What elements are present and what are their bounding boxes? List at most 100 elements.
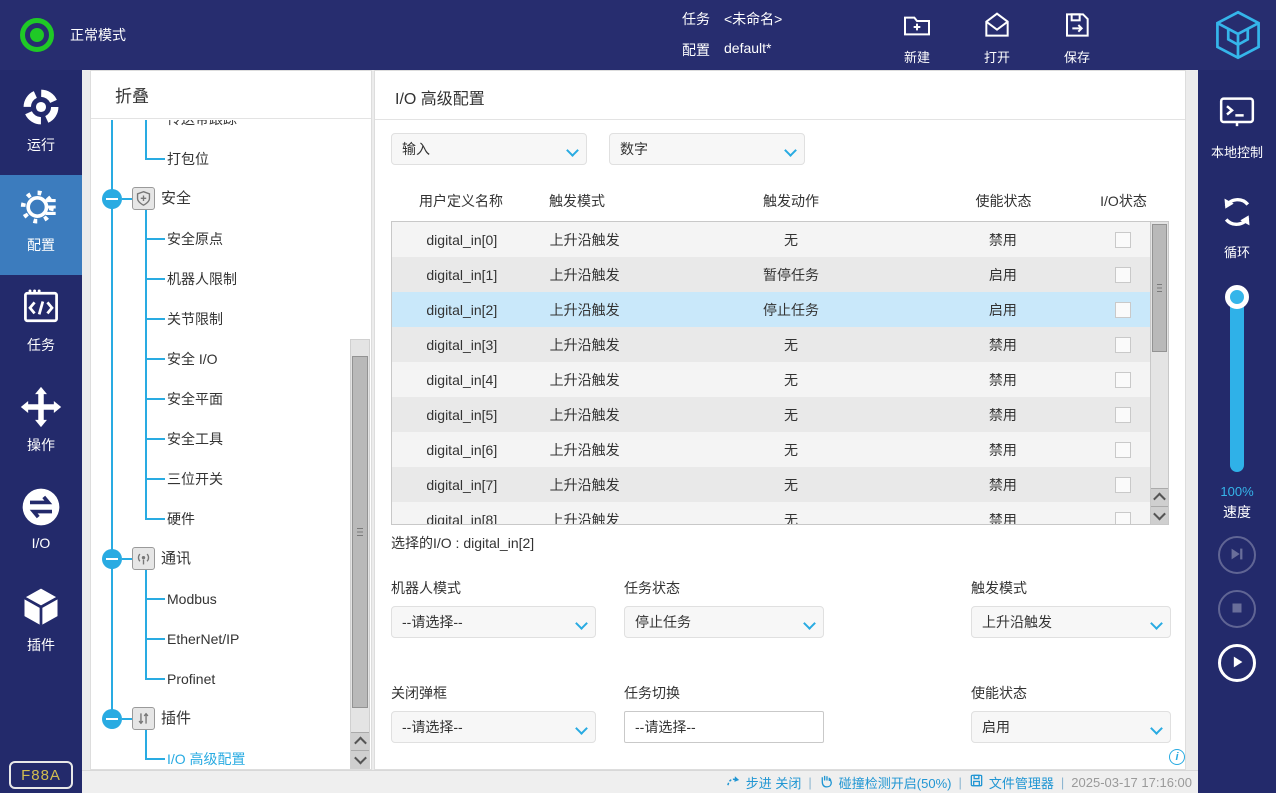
cell-enable-state: 禁用: [911, 230, 1096, 250]
tree-item[interactable]: 安全 I/O: [91, 339, 371, 379]
io-state-checkbox[interactable]: [1115, 232, 1131, 248]
io-direction-select[interactable]: 输入: [391, 133, 587, 165]
tree-scrollbar-thumb[interactable]: [352, 356, 368, 708]
tree-item[interactable]: 传送带跟踪: [91, 120, 371, 139]
collision-detect-status[interactable]: 碰撞检测开启(50%): [819, 773, 952, 792]
close-popup-select[interactable]: --请选择--: [391, 711, 596, 743]
trigger-mode-field: 触发模式上升沿触发: [971, 578, 1171, 638]
task-state-select[interactable]: 停止任务: [624, 606, 824, 638]
robot-mode-select[interactable]: --请选择--: [391, 606, 596, 638]
tree-scrollbar[interactable]: [350, 339, 370, 769]
collapse-toggle-icon[interactable]: [102, 189, 122, 209]
sidebar-item-task[interactable]: 任务: [0, 275, 82, 375]
io-signal-type-select[interactable]: 数字: [609, 133, 805, 165]
mode-label: 正常模式: [70, 25, 126, 45]
trigger-mode-select[interactable]: 上升沿触发: [971, 606, 1171, 638]
config-tree-panel: 折叠 传送带跟踪打包位安全安全原点机器人限制关节限制安全 I/O安全平面安全工具…: [90, 70, 372, 770]
save-button[interactable]: 保存: [1049, 9, 1105, 66]
table-row[interactable]: digital_in[5]上升沿触发无禁用: [392, 397, 1150, 432]
collapse-toggle-icon[interactable]: [102, 549, 122, 569]
cell-trigger-mode: 上升沿触发: [532, 475, 672, 495]
local-control-button[interactable]: 本地控制: [1198, 92, 1276, 161]
speed-slider-handle[interactable]: [1225, 285, 1249, 309]
table-row[interactable]: digital_in[8]上升沿触发无禁用: [392, 502, 1150, 525]
table-scrollbar-thumb[interactable]: [1152, 224, 1167, 352]
table-row[interactable]: digital_in[7]上升沿触发无禁用: [392, 467, 1150, 502]
io-state-checkbox[interactable]: [1115, 337, 1131, 353]
step-mode-status[interactable]: 步进 关闭: [726, 773, 802, 792]
stop-button[interactable]: [1218, 590, 1256, 628]
table-row[interactable]: digital_in[1]上升沿触发暂停任务启用: [392, 257, 1150, 292]
cell-trigger-action: 无: [671, 230, 910, 250]
speed-slider-track[interactable]: [1230, 287, 1244, 472]
tree-scroll-down-button[interactable]: [351, 750, 369, 768]
sidebar-item-run[interactable]: 运行: [0, 75, 82, 175]
io-state-checkbox[interactable]: [1115, 512, 1131, 526]
table-row[interactable]: digital_in[2]上升沿触发停止任务启用: [392, 292, 1150, 327]
speed-value: 100%: [1198, 484, 1276, 499]
info-icon[interactable]: i: [1169, 749, 1185, 765]
table-scroll-down-button[interactable]: [1151, 506, 1168, 524]
tree-item[interactable]: Profinet: [91, 659, 371, 699]
task-icon: [19, 285, 63, 329]
enable-state-field: 使能状态启用: [971, 683, 1171, 743]
sidebar-item-io[interactable]: I/O: [0, 475, 82, 575]
chevron-down-icon: [786, 146, 794, 154]
close-popup-field: 关闭弹框--请选择--: [391, 683, 596, 743]
tree-item[interactable]: 安全平面: [91, 379, 371, 419]
file-manager-link[interactable]: 文件管理器: [969, 773, 1054, 792]
chevron-down-icon: [577, 619, 585, 627]
io-table: digital_in[0]上升沿触发无禁用digital_in[1]上升沿触发暂…: [391, 221, 1169, 525]
table-scrollbar[interactable]: [1150, 222, 1168, 524]
new-button[interactable]: 新建: [889, 9, 945, 66]
task-switch-field: 任务切换--请选择--: [624, 683, 824, 743]
loop-icon: [1217, 192, 1257, 235]
collision-hand-icon: [819, 773, 834, 791]
tree-item[interactable]: 安全工具: [91, 419, 371, 459]
table-row[interactable]: digital_in[0]上升沿触发无禁用: [392, 222, 1150, 257]
tree-node[interactable]: 通讯: [91, 539, 371, 579]
tree-item[interactable]: 安全原点: [91, 219, 371, 259]
task-switch-input[interactable]: --请选择--: [624, 711, 824, 743]
tree-scroll-up-button[interactable]: [351, 732, 369, 750]
cell-enable-state: 禁用: [911, 335, 1096, 355]
loop-button[interactable]: 循环: [1198, 192, 1276, 261]
enable-state-select[interactable]: 启用: [971, 711, 1171, 743]
io-state-checkbox[interactable]: [1115, 267, 1131, 283]
sidebar-item-plugin[interactable]: 插件: [0, 575, 82, 675]
tree-item[interactable]: 三位开关: [91, 459, 371, 499]
tree-item[interactable]: 关节限制: [91, 299, 371, 339]
step-forward-button[interactable]: [1218, 536, 1256, 574]
status-bar: 步进 关闭 | 碰撞检测开启(50%) | 文件管理器 | 2025-03-17…: [82, 770, 1198, 793]
cell-trigger-mode: 上升沿触发: [532, 405, 672, 425]
tree-item[interactable]: 打包位: [91, 139, 371, 179]
io-advanced-config-panel: I/O 高级配置 输入 数字 用户定义名称 触发模式 触发动作 使能状态 I/O…: [374, 70, 1186, 770]
tree-item[interactable]: I/O 高级配置: [91, 739, 371, 769]
open-button[interactable]: 打开: [969, 9, 1025, 66]
tree-item[interactable]: 机器人限制: [91, 259, 371, 299]
tree-item[interactable]: 硬件: [91, 499, 371, 539]
sidebar-item-config[interactable]: 配置: [0, 175, 82, 275]
file-manager-icon: [969, 773, 984, 791]
step-icon: [726, 773, 741, 791]
table-row[interactable]: digital_in[3]上升沿触发无禁用: [392, 327, 1150, 362]
tree-item[interactable]: EtherNet/IP: [91, 619, 371, 659]
table-row[interactable]: digital_in[6]上升沿触发无禁用: [392, 432, 1150, 467]
tree-collapse-header[interactable]: 折叠: [91, 71, 371, 119]
collapse-toggle-icon[interactable]: [102, 709, 122, 729]
tree-node[interactable]: 安全: [91, 179, 371, 219]
play-button[interactable]: [1218, 644, 1256, 682]
io-state-checkbox[interactable]: [1115, 302, 1131, 318]
fkey-badge[interactable]: F88A: [9, 761, 73, 789]
io-state-checkbox[interactable]: [1115, 442, 1131, 458]
io-state-checkbox[interactable]: [1115, 477, 1131, 493]
io-state-checkbox[interactable]: [1115, 407, 1131, 423]
table-row[interactable]: digital_in[4]上升沿触发无禁用: [392, 362, 1150, 397]
table-scroll-up-button[interactable]: [1151, 488, 1168, 506]
tree-node[interactable]: 插件: [91, 699, 371, 739]
cell-user-name: digital_in[2]: [392, 302, 532, 318]
cell-user-name: digital_in[7]: [392, 477, 532, 493]
tree-item[interactable]: Modbus: [91, 579, 371, 619]
sidebar-item-move[interactable]: 操作: [0, 375, 82, 475]
io-state-checkbox[interactable]: [1115, 372, 1131, 388]
